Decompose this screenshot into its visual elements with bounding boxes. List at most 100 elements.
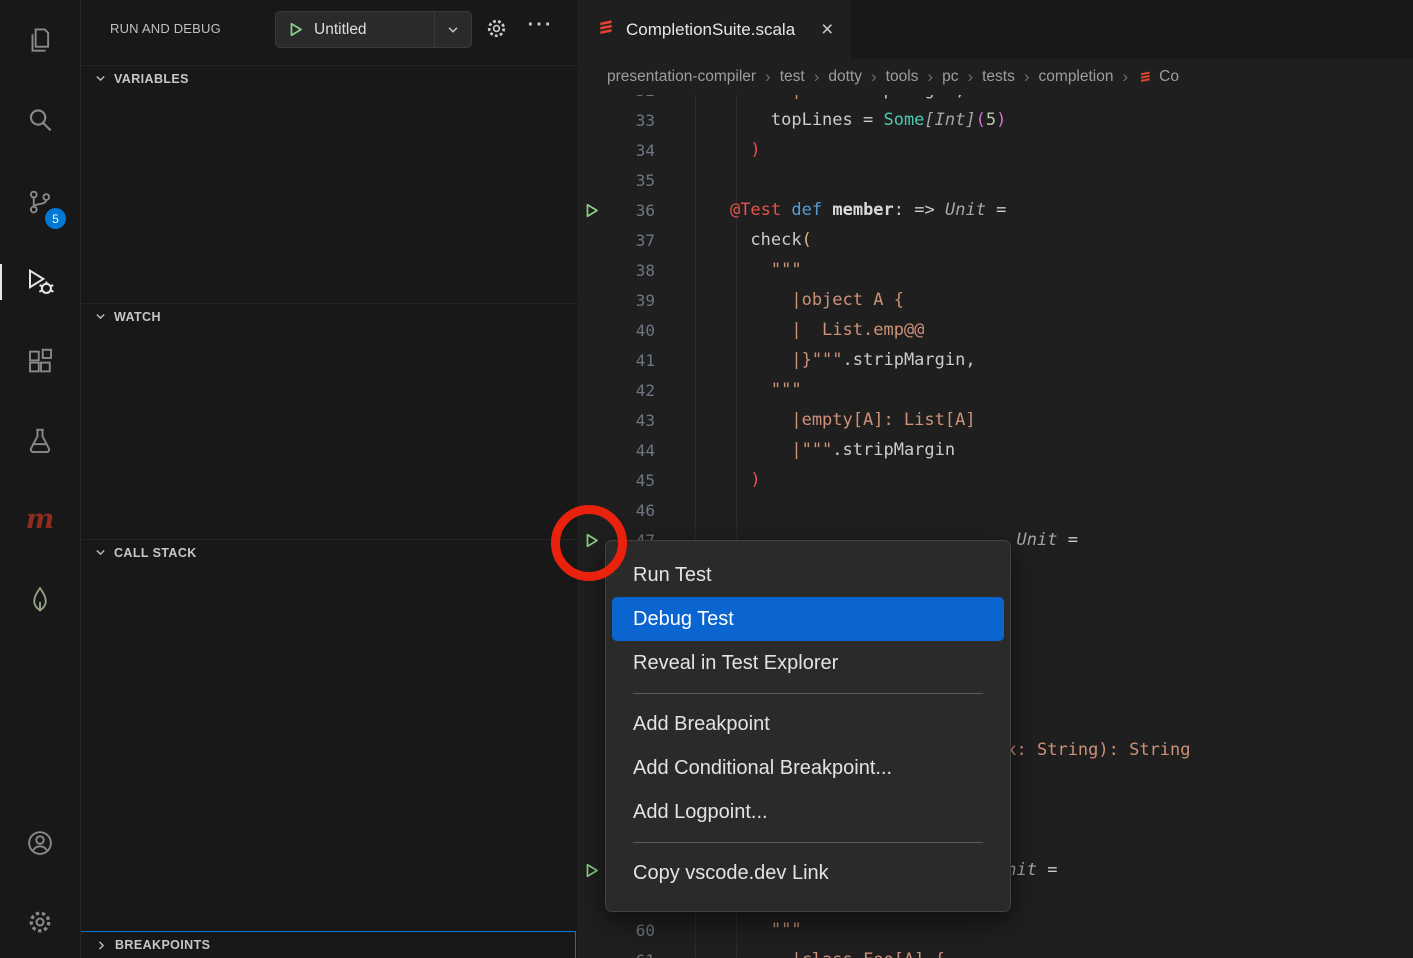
line-number[interactable]: 46 (609, 501, 655, 520)
code-line-32[interactable]: 32 |""".stripMargin, (577, 95, 1413, 105)
code-text: ) (689, 140, 761, 160)
section-variables[interactable]: VARIABLES (80, 65, 577, 91)
line-number[interactable]: 32 (609, 95, 655, 100)
menu-divider (633, 693, 983, 694)
code-line-36[interactable]: 36 @Test def member: => Unit = (577, 195, 1413, 225)
code-line-37[interactable]: 37 check( (577, 225, 1413, 255)
metals-icon: m (23, 503, 57, 537)
section-call-stack[interactable]: CALL STACK (80, 539, 577, 565)
breadcrumb-item-presentation-compiler[interactable]: presentation-compiler (607, 68, 756, 86)
breadcrumb-item-tests[interactable]: tests (982, 68, 1015, 86)
activity-bar: 5 m (0, 0, 81, 958)
gear-icon (25, 907, 55, 937)
code-text: |object A { (689, 290, 904, 310)
line-number[interactable]: 34 (609, 141, 655, 160)
code-line-41[interactable]: 41 |}""".stripMargin, (577, 345, 1413, 375)
run-and-debug-sidebar: RUN AND DEBUG Untitled ⋯ VARIABLES WATCH… (80, 0, 577, 958)
line-number[interactable]: 40 (609, 321, 655, 340)
menu-item-add-conditional-breakpoint[interactable]: Add Conditional Breakpoint... (612, 746, 1004, 790)
activity-item-extensions[interactable] (0, 330, 79, 394)
launch-config-dropdown[interactable]: Untitled (275, 11, 472, 48)
breadcrumb: presentation-compiler › test › dotty › tools › p… (577, 59, 1413, 95)
section-breakpoints[interactable]: BREAKPOINTS (81, 932, 575, 958)
breadcrumb-item-pc[interactable]: pc (942, 68, 958, 86)
menu-item-run-test[interactable]: Run Test (612, 553, 1004, 597)
code-text: """ (689, 920, 802, 940)
code-line-33[interactable]: 33 topLines = Some[Int](5) (577, 105, 1413, 135)
breadcrumb-item-leaf[interactable]: Co (1137, 68, 1179, 86)
code-line-40[interactable]: 40 | List.emp@@ (577, 315, 1413, 345)
menu-item-copy-vscode-dev-link[interactable]: Copy vscode.dev Link (612, 851, 1004, 895)
code-line-43[interactable]: 43 |empty[A]: List[A] (577, 405, 1413, 435)
code-text: @Test def member: => Unit = (689, 200, 1006, 220)
code-line-35[interactable]: 35 (577, 165, 1413, 195)
line-number[interactable]: 39 (609, 291, 655, 310)
line-number[interactable]: 41 (609, 351, 655, 370)
code-line-34[interactable]: 34 ) (577, 135, 1413, 165)
code-line-44[interactable]: 44 |""".stripMargin (577, 435, 1413, 465)
breadcrumb-separator-icon: › (871, 67, 877, 87)
menu-item-add-logpoint[interactable]: Add Logpoint... (612, 790, 1004, 834)
chevron-down-icon[interactable] (434, 12, 471, 47)
tab-completionsuite-scala[interactable]: CompletionSuite.scala × (577, 0, 852, 59)
code-line-61[interactable]: 61 |class Foo[A] { (577, 945, 1413, 958)
line-number[interactable]: 35 (609, 171, 655, 190)
code-text: check( (689, 230, 812, 250)
section-watch[interactable]: WATCH (80, 303, 577, 329)
line-number[interactable]: 42 (609, 381, 655, 400)
line-number[interactable]: 33 (609, 111, 655, 130)
line-number[interactable]: 45 (609, 471, 655, 490)
menu-item-debug-test[interactable]: Debug Test (612, 597, 1004, 641)
close-icon[interactable]: × (821, 19, 833, 40)
chevron-down-icon (94, 72, 107, 85)
more-actions-icon[interactable]: ⋯ (526, 8, 554, 39)
breadcrumb-separator-icon: › (927, 67, 933, 87)
activity-item-explorer[interactable] (0, 8, 79, 72)
scala-icon (595, 17, 616, 38)
activity-item-metals[interactable]: m (0, 488, 79, 552)
menu-divider (633, 842, 983, 843)
line-number[interactable]: 43 (609, 411, 655, 430)
line-number[interactable]: 38 (609, 261, 655, 280)
beaker-icon (25, 426, 55, 456)
breadcrumb-item-completion[interactable]: completion (1039, 68, 1114, 86)
menu-item-add-breakpoint[interactable]: Add Breakpoint (612, 702, 1004, 746)
section-label: VARIABLES (114, 72, 189, 86)
debug-settings-gear-icon[interactable] (484, 16, 509, 46)
activity-item-accounts[interactable] (0, 811, 79, 875)
line-number[interactable]: 61 (609, 951, 655, 958)
activity-item-testing[interactable] (0, 409, 79, 473)
chevron-down-icon (94, 546, 107, 559)
breadcrumb-item-test[interactable]: test (780, 68, 805, 86)
scala-icon (1137, 69, 1153, 85)
start-debugging-icon[interactable] (287, 21, 304, 38)
breadcrumb-separator-icon: › (1024, 67, 1030, 87)
extensions-icon (25, 347, 55, 377)
breadcrumb-item-dotty[interactable]: dotty (828, 68, 862, 86)
code-line-39[interactable]: 39 |object A { (577, 285, 1413, 315)
activity-item-run-and-debug[interactable] (0, 250, 79, 314)
run-test-icon[interactable] (577, 202, 609, 219)
code-line-42[interactable]: 42 """ (577, 375, 1413, 405)
activity-item-search[interactable] (0, 88, 79, 152)
line-number[interactable]: 36 (609, 201, 655, 220)
account-icon (25, 828, 55, 858)
activity-item-mongodb[interactable] (0, 568, 79, 632)
breakpoints-focus-border: BREAKPOINTS (80, 931, 576, 958)
code-line-60[interactable]: 60 """ (577, 915, 1413, 945)
code-line-38[interactable]: 38 """ (577, 255, 1413, 285)
activity-item-source-control[interactable]: 5 (0, 170, 79, 234)
section-label: BREAKPOINTS (115, 938, 210, 952)
code-text: """ (689, 380, 802, 400)
menu-item-reveal-in-test-explorer[interactable]: Reveal in Test Explorer (612, 641, 1004, 685)
line-number[interactable]: 44 (609, 441, 655, 460)
code-line-45[interactable]: 45 ) (577, 465, 1413, 495)
line-number[interactable]: 60 (609, 921, 655, 940)
context-menu: Run TestDebug TestReveal in Test Explore… (605, 540, 1011, 912)
code-line-46[interactable]: 46 (577, 495, 1413, 525)
activity-item-settings[interactable] (0, 890, 79, 954)
scala-icon (595, 17, 616, 43)
breadcrumb-separator-icon: › (1123, 67, 1129, 87)
breadcrumb-item-tools[interactable]: tools (886, 68, 919, 86)
line-number[interactable]: 37 (609, 231, 655, 250)
